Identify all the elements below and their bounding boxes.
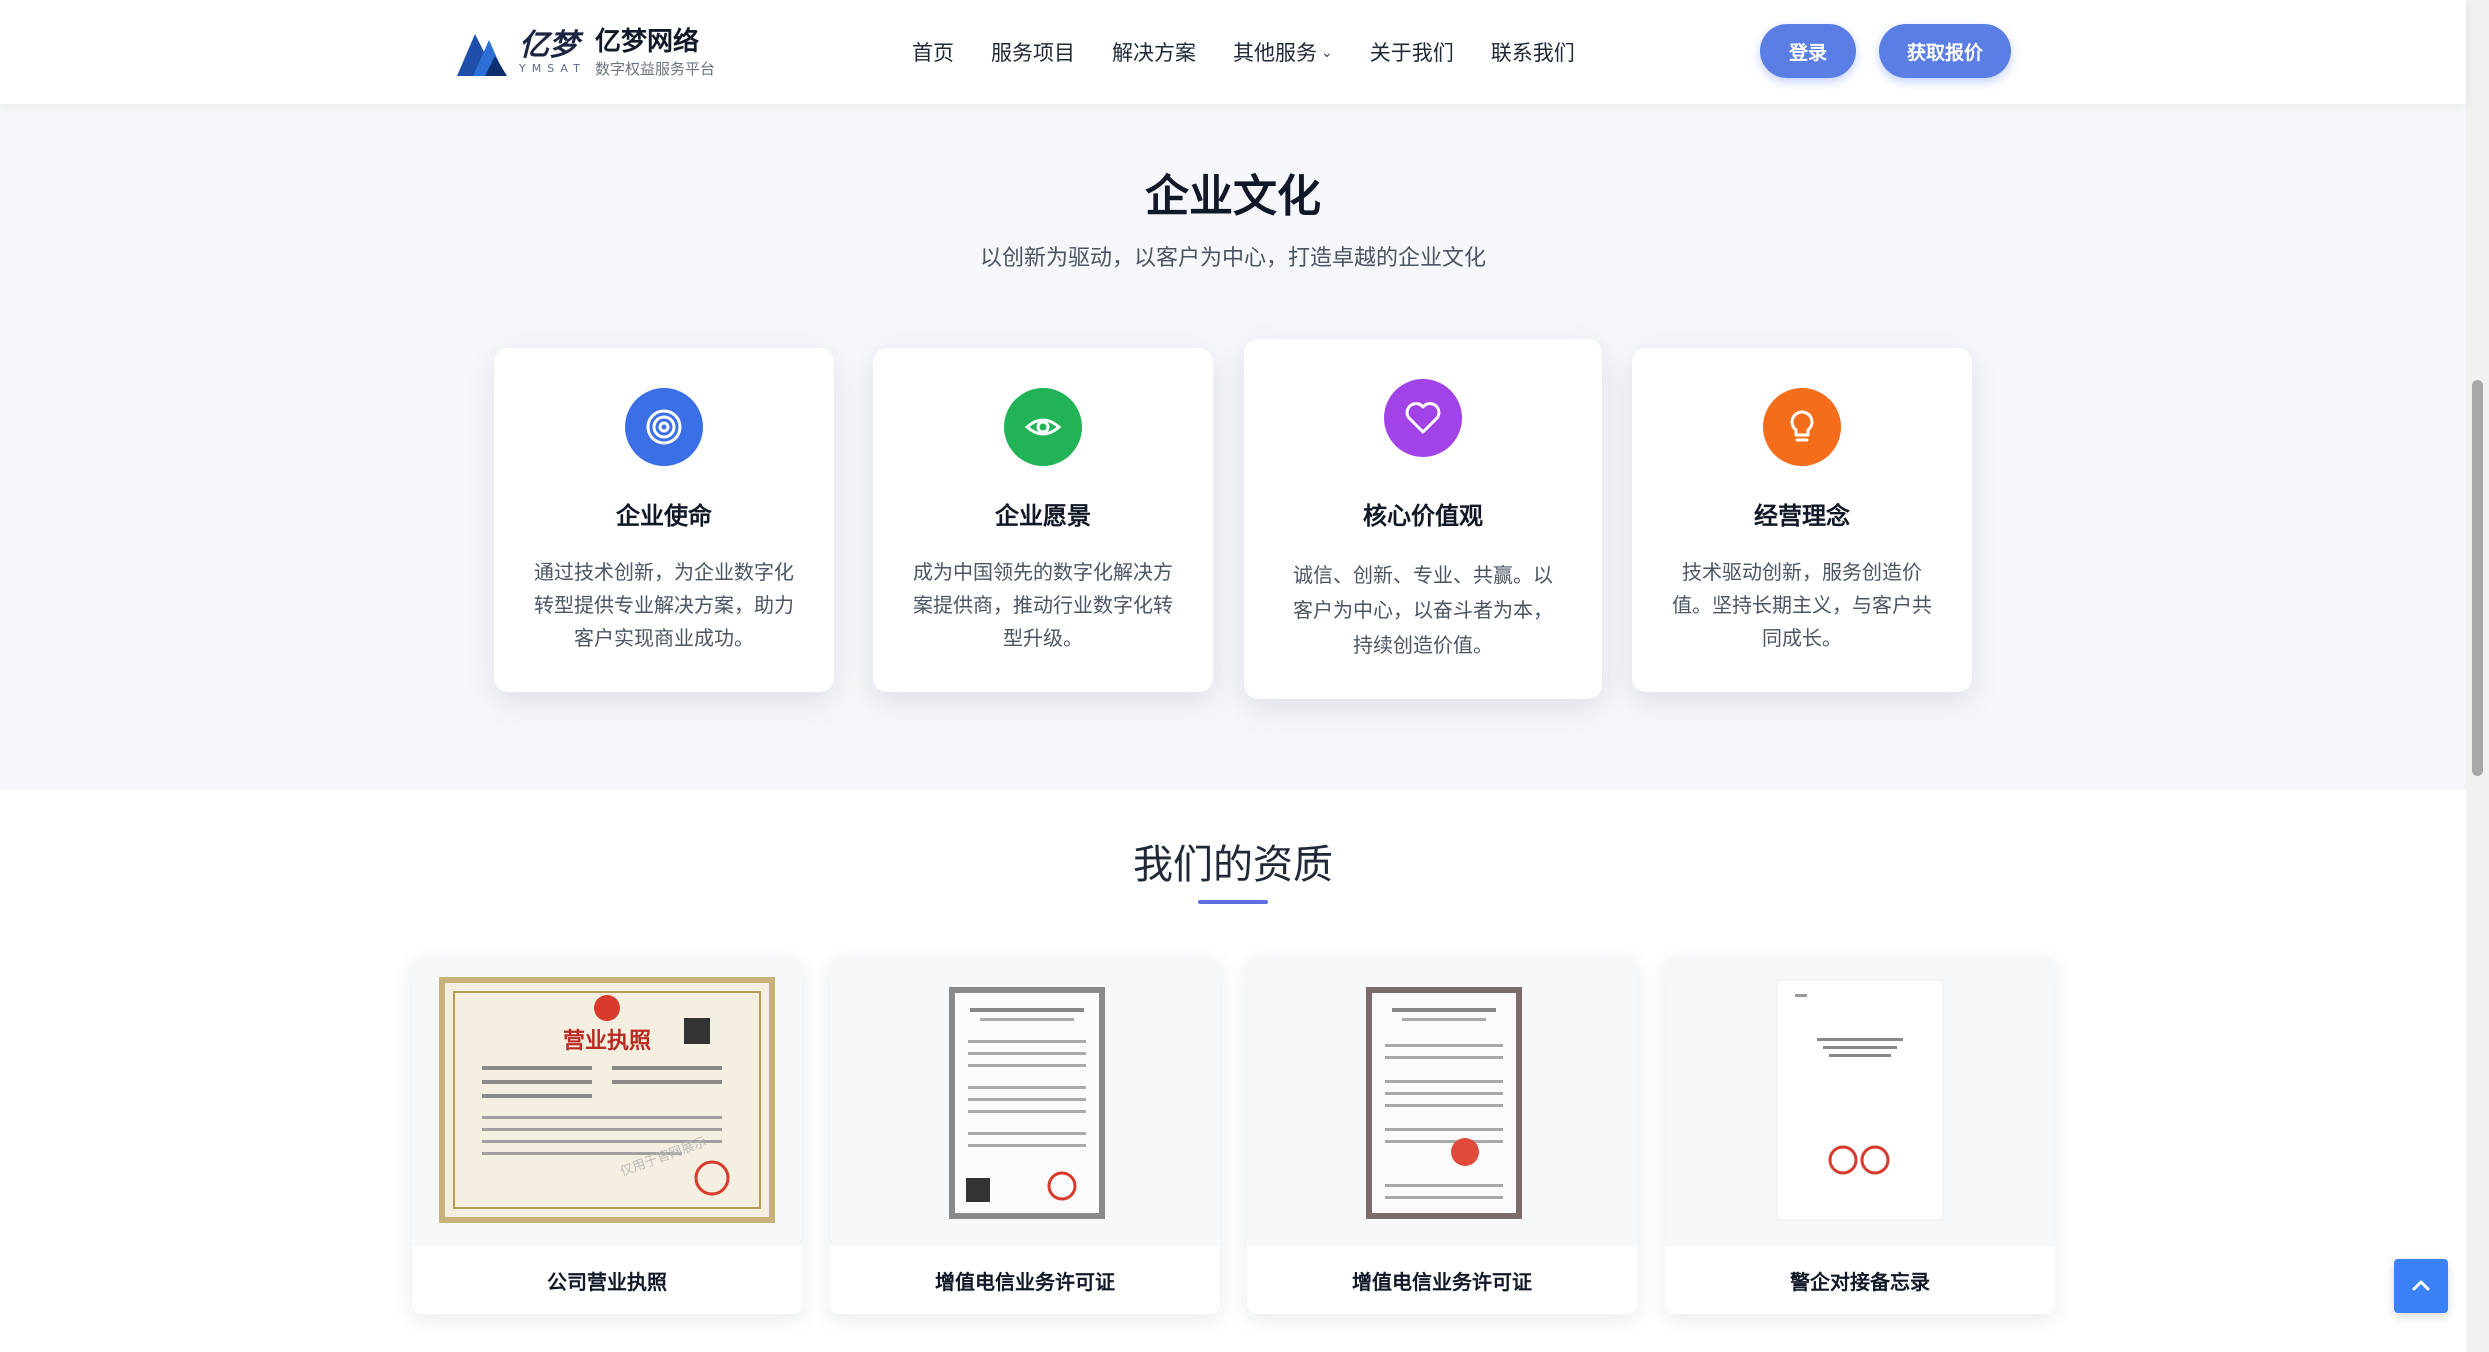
brand-name: 亿梦网络	[595, 27, 700, 57]
cert-caption: 增值电信业务许可证	[830, 1246, 1220, 1314]
culture-card-vision: 企业愿景 成为中国领先的数字化解决方案提供商，推动行业数字化转型升级。	[873, 348, 1213, 692]
cert-image	[1247, 956, 1637, 1246]
culture-card-philosophy: 经营理念 技术驱动创新，服务创造价值。坚持长期主义，与客户共同成长。	[1632, 348, 1972, 692]
card-text: 成为中国领先的数字化解决方案提供商，推动行业数字化转型升级。	[913, 560, 1173, 650]
logo-mark-icon	[455, 26, 515, 80]
cert-caption: 公司营业执照	[412, 1246, 802, 1314]
nav-services[interactable]: 服务项目	[991, 36, 1075, 70]
heart-icon	[1384, 379, 1462, 457]
scrollbar-thumb[interactable]	[2472, 380, 2483, 776]
chevron-down-icon: ⌄	[1321, 45, 1333, 61]
nav-about[interactable]: 关于我们	[1370, 36, 1454, 70]
nav-home[interactable]: 首页	[912, 36, 954, 70]
card-text: 技术驱动创新，服务创造价值。坚持长期主义，与客户共同成长。	[1672, 560, 1932, 650]
card-title: 企业使命	[616, 502, 712, 530]
cert-card-telecom-license-1[interactable]: 增值电信业务许可证	[830, 956, 1220, 1314]
cert-card-business-license[interactable]: 营业执照 仅用于官网展示 公司营业执照	[412, 956, 802, 1314]
culture-card-mission: 企业使命 通过技术创新，为企业数字化转型提供专业解决方案，助力客户实现商业成功。	[494, 348, 834, 692]
nav-solutions[interactable]: 解决方案	[1112, 36, 1196, 70]
nav-other-services[interactable]: 其他服务 ⌄	[1233, 36, 1333, 70]
brand-tagline: 数字权益服务平台	[595, 60, 716, 78]
site-logo[interactable]: 亿梦 YMSAT	[455, 26, 586, 80]
cert-card-telecom-license-2[interactable]: 增值电信业务许可证	[1247, 956, 1637, 1314]
card-title: 核心价值观	[1363, 502, 1483, 530]
lightbulb-icon	[1763, 388, 1841, 466]
nav-contact[interactable]: 联系我们	[1491, 36, 1575, 70]
culture-section: 企业文化 以创新为驱动，以客户为中心，打造卓越的企业文化 企业使命 通过技术创新…	[0, 104, 2466, 790]
page-scrollbar[interactable]	[2466, 0, 2489, 1352]
target-icon	[625, 388, 703, 466]
get-quote-button[interactable]: 获取报价	[1879, 24, 2011, 78]
culture-title: 企业文化	[1145, 171, 1321, 222]
card-text: 诚信、创新、专业、共赢。以客户为中心，以奋斗者为本，持续创造价值。	[1293, 563, 1553, 657]
card-title: 企业愿景	[995, 502, 1091, 530]
brand: 亿梦网络 数字权益服务平台	[595, 26, 715, 80]
cert-image: 营业执照 仅用于官网展示	[412, 956, 802, 1246]
card-text: 通过技术创新，为企业数字化转型提供专业解决方案，助力客户实现商业成功。	[534, 560, 794, 650]
qualifications-title: 我们的资质	[1133, 842, 1333, 888]
card-title: 经营理念	[1754, 502, 1850, 530]
main-nav: 首页 服务项目 解决方案 其他服务 ⌄ 关于我们 联系我们	[912, 36, 1612, 70]
chevron-up-icon	[2412, 1280, 2430, 1291]
site-header: 亿梦 YMSAT 亿梦网络 数字权益服务平台 首页 服务项目 解决方案 其他服务…	[0, 0, 2466, 104]
eye-icon	[1004, 388, 1082, 466]
culture-subtitle: 以创新为驱动，以客户为中心，打造卓越的企业文化	[979, 246, 1486, 271]
cert-image	[1665, 956, 2055, 1246]
culture-card-values: 核心价值观 诚信、创新、专业、共赢。以客户为中心，以奋斗者为本，持续创造价值。	[1244, 339, 1602, 699]
license-stamp-text: 营业执照	[563, 1029, 651, 1054]
title-underline	[1198, 900, 1268, 904]
cert-image	[830, 956, 1220, 1246]
nav-other-services-label: 其他服务	[1233, 41, 1317, 65]
logo-en: YMSAT	[519, 62, 586, 75]
login-button[interactable]: 登录	[1760, 24, 1856, 78]
cert-card-police-memo[interactable]: 警企对接备忘录	[1665, 956, 2055, 1314]
logo-text: 亿梦	[519, 28, 579, 63]
cert-caption: 警企对接备忘录	[1665, 1246, 2055, 1314]
cert-caption: 增值电信业务许可证	[1247, 1246, 1637, 1314]
back-to-top-button[interactable]	[2394, 1259, 2448, 1313]
